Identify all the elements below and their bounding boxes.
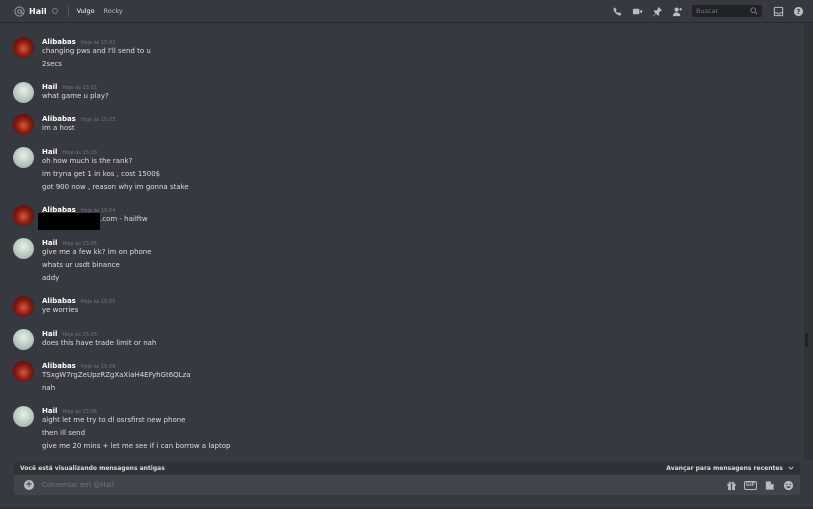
redacted-block — [38, 213, 100, 230]
scrollbar-track[interactable] — [804, 23, 813, 460]
message-text: give me 20 mins + let me see if i can bo… — [42, 442, 231, 450]
search-input[interactable] — [696, 7, 750, 15]
upload-plus-icon[interactable]: + — [24, 480, 34, 490]
message-timestamp: Hoje às 15:05 — [62, 241, 97, 247]
avatar-alibabas[interactable] — [13, 114, 34, 135]
gif-icon[interactable]: GIF — [743, 480, 758, 491]
gif-label: GIF — [743, 480, 758, 490]
old-messages-bar: Você está visualizando mensagens antigas… — [14, 462, 800, 474]
message-text: does this have trade limit or nah — [42, 339, 157, 347]
friend-tab-rocky[interactable]: Rocky — [104, 7, 123, 15]
message-composer: + GIF — [14, 475, 800, 495]
avatar-alibabas[interactable] — [13, 361, 34, 382]
message-timestamp: Hoje às 15:03 — [80, 117, 116, 123]
message-text: whats ur usdt binance — [42, 261, 120, 269]
avatar-hail[interactable] — [13, 147, 34, 168]
message-text: 2secs — [42, 60, 62, 68]
scrollbar-thumb[interactable] — [805, 333, 808, 347]
avatar-alibabas[interactable] — [13, 296, 34, 317]
header-divider — [67, 5, 69, 17]
chevron-down-icon — [788, 465, 794, 471]
message-text: im a host — [42, 124, 75, 132]
jump-to-present-label: Avançar para mensagens recentes — [666, 464, 783, 472]
message-text: TSxgW7rgZeUpzRZgXaXiaH4EFyhGt6QLza — [42, 371, 191, 379]
message-text: im tryna get 1 in kos , cost 1500$ — [42, 170, 161, 178]
emoji-icon[interactable] — [783, 480, 794, 491]
add-friend-icon[interactable] — [672, 6, 683, 17]
message-text: what game u play? — [42, 92, 109, 100]
message-timestamp: Hoje às 15:06 — [80, 364, 116, 370]
message-timestamp: Hoje às 15:02 — [62, 85, 97, 91]
author-name[interactable]: Alibabas — [42, 362, 76, 370]
author-name[interactable]: Hail — [42, 330, 57, 338]
avatar-hail[interactable] — [13, 238, 34, 259]
message-text: aight let me try to dl osrsfirst new pho… — [42, 416, 186, 424]
avatar-alibabas[interactable] — [13, 37, 34, 58]
message-timestamp: Hoje às 15:03 — [62, 150, 97, 156]
old-messages-notice: Você está visualizando mensagens antigas — [20, 464, 165, 472]
message-input[interactable] — [42, 481, 718, 489]
message-list: ⋯ Alibabas Hoje às 15:02 changing pws and… — [0, 23, 804, 459]
message-text: then ill send — [42, 429, 86, 437]
message-text: addy — [42, 274, 60, 282]
voice-call-icon[interactable] — [612, 6, 623, 17]
message-text: oh how much is the rank? — [42, 157, 133, 165]
svg-text:?: ? — [797, 7, 801, 15]
inbox-icon[interactable] — [773, 6, 784, 17]
message-text: got 900 now , reason why im gonna stake — [42, 183, 189, 191]
sticker-icon[interactable] — [764, 480, 775, 491]
pin-icon[interactable] — [652, 6, 663, 17]
author-name[interactable]: Alibabas — [42, 297, 76, 305]
message-divider-icon: ⋯ — [20, 23, 26, 26]
author-name[interactable]: Hail — [42, 239, 57, 247]
message-timestamp: Hoje às 15:06 — [62, 409, 97, 415]
search-box[interactable] — [692, 5, 762, 17]
avatar-hail[interactable] — [13, 329, 34, 350]
channel-header: Hail Vulgo Rocky ? — [0, 0, 813, 23]
video-call-icon[interactable] — [632, 6, 643, 17]
status-icon — [51, 8, 58, 14]
author-name[interactable]: Alibabas — [42, 38, 76, 46]
message-timestamp: Hoje às 15:02 — [80, 40, 116, 46]
gift-icon[interactable] — [726, 480, 737, 491]
at-icon — [14, 5, 25, 17]
message-timestamp: Hoje às 15:05 — [62, 332, 97, 338]
help-icon[interactable]: ? — [793, 6, 804, 17]
avatar-alibabas[interactable] — [13, 205, 34, 226]
avatar-hail[interactable] — [13, 406, 34, 427]
author-name[interactable]: Hail — [42, 407, 57, 415]
message-text: .com - hailftw — [100, 215, 148, 223]
avatar-hail[interactable] — [13, 82, 34, 103]
message-text: give me a few kk? im on phone — [42, 248, 152, 256]
channel-name: Hail — [29, 6, 47, 16]
jump-to-present-button[interactable]: Avançar para mensagens recentes — [666, 465, 794, 472]
author-name[interactable]: Hail — [42, 148, 57, 156]
author-name[interactable]: Alibabas — [42, 115, 76, 123]
message-text: nah — [42, 384, 56, 392]
message-timestamp: Hoje às 15:05 — [80, 299, 116, 305]
message-text: changing pws and I'll send to u — [42, 47, 151, 55]
friend-tab-vulgo[interactable]: Vulgo — [77, 7, 95, 15]
author-name[interactable]: Hail — [42, 83, 57, 91]
search-icon — [750, 7, 758, 15]
message-text: ye worries — [42, 306, 79, 314]
